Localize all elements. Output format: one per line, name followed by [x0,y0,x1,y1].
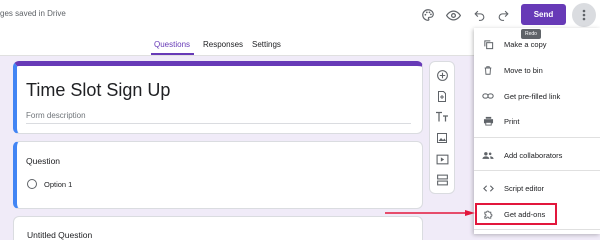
annotation-arrow [385,210,475,216]
radio-option-1[interactable] [27,179,37,189]
menu-divider [474,170,600,171]
menu-item-label: Add collaborators [504,151,563,160]
collaborators-icon [482,149,494,161]
menu-item-pre-filled-link[interactable]: Get pre-filled link [474,86,600,106]
menu-item-add-collaborators[interactable]: Add collaborators [474,145,600,165]
untitled-question-card[interactable]: Untitled Question [13,216,423,240]
menu-item-label: Print [504,117,520,126]
save-status: ges saved in Drive [0,9,66,18]
add-title-icon[interactable] [434,109,450,125]
menu-item-script-editor[interactable]: Script editor [474,178,600,198]
send-button[interactable]: Send [521,4,566,25]
question-card[interactable]: Question Option 1 [13,141,423,209]
redo-icon[interactable] [494,6,512,24]
menu-item-label: Move to bin [504,66,543,75]
link-icon [482,90,494,102]
question-title[interactable]: Question [26,156,60,166]
floating-toolbar [429,61,455,194]
copy-icon [482,38,494,50]
add-ons-highlight-box [475,203,557,225]
menu-divider [474,229,600,230]
import-questions-icon[interactable] [434,88,450,104]
preview-eye-icon[interactable] [444,6,462,24]
trash-icon [482,64,494,76]
menu-item-move-to-bin[interactable]: Move to bin [474,60,600,80]
tab-responses[interactable]: Responses [203,40,243,49]
tab-questions[interactable]: Questions [154,40,190,49]
palette-icon[interactable] [419,6,437,24]
form-title[interactable]: Time Slot Sign Up [26,80,170,101]
description-underline [26,123,411,124]
active-tab-indicator [151,53,194,55]
more-vert-icon[interactable] [572,3,596,27]
add-image-icon[interactable] [434,130,450,146]
tab-settings[interactable]: Settings [252,40,281,49]
option-label[interactable]: Option 1 [44,180,72,189]
more-options-menu: Make a copy Move to bin Get pre-filled l… [474,28,600,234]
menu-item-label: Make a copy [504,40,547,49]
add-section-icon[interactable] [434,172,450,188]
redo-tooltip: Redo [521,29,541,39]
menu-divider [474,137,600,138]
undo-icon[interactable] [470,6,488,24]
menu-item-label: Get pre-filled link [504,92,561,101]
form-description-field[interactable]: Form description [26,111,86,120]
print-icon [482,115,494,127]
code-icon [482,182,494,194]
add-video-icon[interactable] [434,151,450,167]
untitled-question-title[interactable]: Untitled Question [27,230,92,240]
form-header-card[interactable]: Time Slot Sign Up Form description [13,61,423,134]
add-question-icon[interactable] [434,67,450,83]
menu-item-label: Script editor [504,184,545,193]
menu-item-print[interactable]: Print [474,111,600,131]
